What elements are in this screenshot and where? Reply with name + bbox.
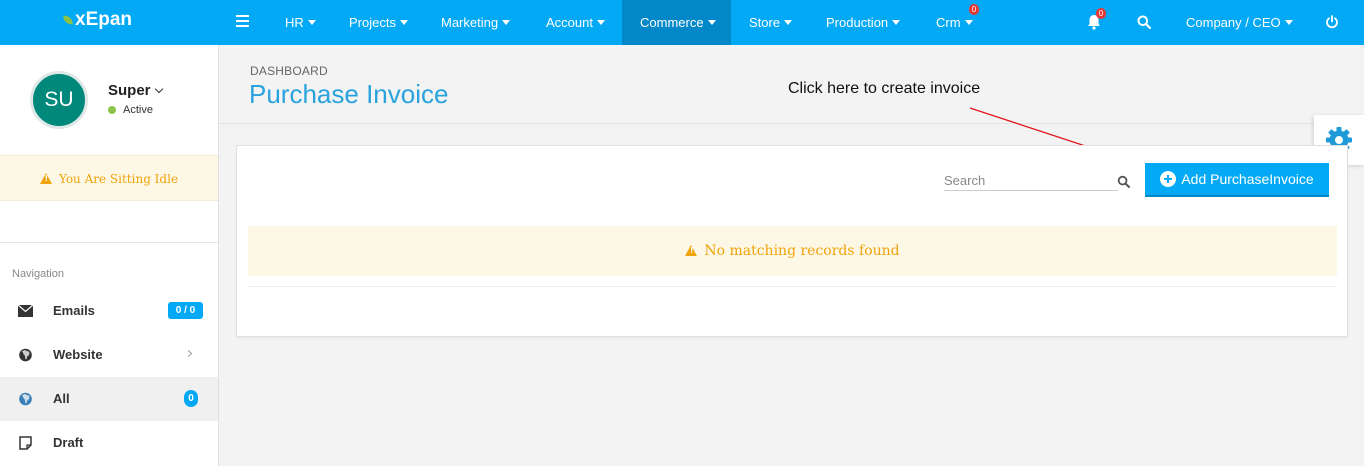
plus-circle-icon xyxy=(1160,171,1177,187)
brand-name: xEpan xyxy=(75,9,133,30)
power-icon[interactable] xyxy=(1325,15,1339,29)
caret-down-icon xyxy=(307,20,316,26)
user-menu-label: Company / CEO xyxy=(1186,15,1281,30)
nav-projects[interactable]: Projects xyxy=(349,0,408,45)
annotation-text: Click here to create invoice xyxy=(788,80,981,97)
status-dot-icon xyxy=(108,106,116,114)
grid-footer-divider xyxy=(248,286,1337,287)
nav-hr-label: HR xyxy=(285,15,304,30)
search-icon[interactable] xyxy=(1137,15,1151,29)
chevron-right-icon xyxy=(184,349,193,358)
globe-icon xyxy=(19,348,32,362)
breadcrumb[interactable]: DASHBOARD xyxy=(250,64,328,78)
search-input[interactable] xyxy=(944,171,1118,191)
empty-message: No matching records found xyxy=(704,243,900,259)
nav-marketing-label: Marketing xyxy=(441,15,499,30)
page-title: Purchase Invoice xyxy=(249,79,449,109)
nav-production-label: Production xyxy=(826,15,889,30)
crm-badge: 0 xyxy=(969,4,979,15)
notifications-badge: 0 xyxy=(1096,8,1106,19)
leaf-icon xyxy=(63,14,73,26)
add-button-label: Add PurchaseInvoice xyxy=(1181,171,1314,187)
nav-account-label: Account xyxy=(546,15,593,30)
sidebar-item-label: All xyxy=(53,391,70,406)
caret-down-icon xyxy=(399,20,408,26)
caret-down-icon xyxy=(892,20,901,26)
envelope-icon xyxy=(18,304,33,317)
caret-down-icon xyxy=(1284,20,1293,26)
header-divider xyxy=(219,123,1364,124)
sidebar: SU Super Active You Are Sitting Idle Nav… xyxy=(0,45,219,466)
nav-store[interactable]: Store xyxy=(749,0,793,45)
caret-down-icon xyxy=(784,20,793,26)
globe-icon xyxy=(19,392,32,406)
brand-logo[interactable]: xEpan xyxy=(63,9,133,31)
emails-count-badge: 0 / 0 xyxy=(168,302,203,319)
add-purchase-invoice-button[interactable]: Add PurchaseInvoice xyxy=(1145,163,1329,197)
status-text: Active xyxy=(123,104,153,116)
nav-commerce[interactable]: Commerce xyxy=(622,0,731,45)
caret-down-icon xyxy=(502,20,511,26)
empty-state-alert: No matching records found xyxy=(248,226,1337,276)
avatar[interactable]: SU xyxy=(30,71,88,129)
note-icon xyxy=(19,436,32,450)
nav-commerce-label: Commerce xyxy=(640,15,704,30)
purchase-invoice-grid: Add PurchaseInvoice No matching records … xyxy=(236,145,1348,337)
nav-production[interactable]: Production xyxy=(826,0,901,45)
search-icon[interactable] xyxy=(1117,175,1131,189)
nav-crm[interactable]: Crm xyxy=(936,0,973,45)
user-status: Active xyxy=(108,104,153,116)
nav-hr[interactable]: HR xyxy=(285,0,316,45)
caret-down-icon xyxy=(707,20,716,26)
sidebar-item-label: Emails xyxy=(53,303,95,318)
user-menu[interactable]: Company / CEO xyxy=(1186,0,1293,45)
nav-marketing[interactable]: Marketing xyxy=(441,0,511,45)
nav-store-label: Store xyxy=(749,15,781,30)
sidebar-item-website[interactable]: Website xyxy=(0,333,218,377)
sidebar-item-label: Website xyxy=(53,347,103,362)
sidebar-item-draft[interactable]: Draft xyxy=(0,421,218,465)
nav-account[interactable]: Account xyxy=(546,0,605,45)
sidebar-item-all[interactable]: All 0 xyxy=(0,377,218,421)
sidebar-item-emails[interactable]: Emails 0 / 0 xyxy=(0,289,218,333)
chevron-down-icon xyxy=(154,84,163,94)
warning-icon xyxy=(685,245,698,256)
navigation-label: Navigation xyxy=(12,268,64,280)
warning-icon xyxy=(39,173,52,184)
caret-down-icon xyxy=(596,20,605,26)
divider xyxy=(0,242,218,243)
idle-alert: You Are Sitting Idle xyxy=(0,155,218,201)
top-navbar: xEpan HR Projects Marketing Account Comm… xyxy=(0,0,1364,45)
nav-projects-label: Projects xyxy=(349,15,396,30)
user-name: Super xyxy=(108,82,151,99)
caret-down-icon xyxy=(964,20,973,26)
idle-message: You Are Sitting Idle xyxy=(58,172,179,186)
sidebar-item-label: Draft xyxy=(53,435,84,450)
user-name-dropdown[interactable]: Super xyxy=(108,82,163,99)
nav-crm-label: Crm xyxy=(936,15,961,30)
hamburger-menu-icon[interactable] xyxy=(236,15,249,27)
all-count-badge: 0 xyxy=(184,390,198,407)
